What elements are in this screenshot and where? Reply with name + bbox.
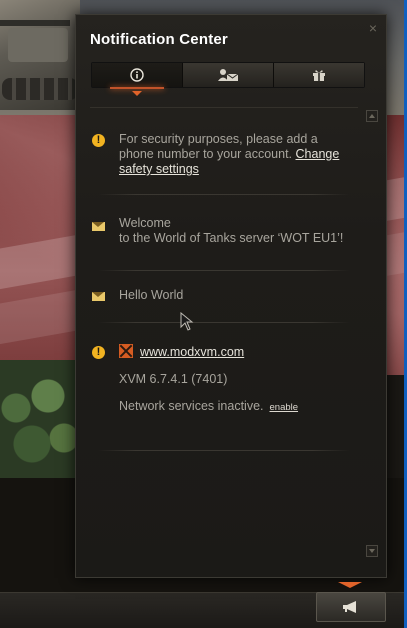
notification-item: ! www.modxvm.com XVM 6.7.4.1 (7401) Netw… (90, 344, 358, 434)
security-message: For security purposes, please add a phon… (119, 132, 318, 161)
divider (98, 322, 350, 323)
scroll-up-button[interactable] (366, 110, 378, 122)
gift-icon (313, 70, 325, 81)
mail-icon (92, 292, 105, 301)
notification-center-button[interactable] (316, 592, 386, 622)
enable-link[interactable]: enable (270, 402, 299, 413)
notification-item: ! For security purposes, please add a ph… (90, 132, 358, 196)
close-button[interactable]: × (367, 20, 379, 36)
scroll-down-button[interactable] (366, 545, 378, 557)
megaphone-icon (343, 601, 356, 613)
notification-button-indicator (316, 582, 384, 590)
notification-item: Welcome to the World of Tanks server ‘WO… (90, 216, 358, 256)
panel-title: Notification Center (90, 31, 228, 48)
tab-active-arrow (132, 91, 142, 96)
notification-text: Hello World (119, 288, 184, 302)
warning-icon: ! (92, 134, 105, 147)
xvm-version: XVM 6.7.4.1 (7401) (119, 372, 228, 386)
tab-bar (91, 62, 365, 96)
background-trees (0, 360, 80, 480)
user-mail-icon (218, 69, 239, 81)
welcome-line: Welcome (119, 216, 171, 230)
tab-active-glow (110, 87, 164, 89)
scrollbar[interactable] (366, 110, 378, 557)
divider (98, 450, 350, 451)
modxvm-link[interactable]: www.modxvm.com (140, 345, 244, 359)
tab-invites[interactable] (183, 63, 274, 87)
notification-item: Hello World (90, 288, 358, 308)
network-status: Network services inactive. enable (119, 399, 352, 415)
notification-text: For security purposes, please add a phon… (119, 132, 352, 177)
tab-gifts[interactable] (274, 63, 364, 87)
notification-text: Welcome to the World of Tanks server ‘WO… (119, 216, 352, 246)
notification-list: ! For security purposes, please add a ph… (90, 107, 358, 560)
xvm-logo-icon (119, 344, 133, 358)
mouse-cursor-icon (180, 312, 194, 331)
tab-info[interactable] (92, 63, 183, 96)
divider (98, 194, 350, 195)
info-icon (130, 68, 144, 82)
server-line: to the World of Tanks server ‘WOT EU1’! (119, 231, 344, 245)
background-tank (0, 0, 80, 110)
divider (98, 270, 350, 271)
mail-icon (92, 222, 105, 231)
network-status-text: Network services inactive. (119, 399, 264, 413)
close-icon: × (368, 20, 378, 36)
notification-center-panel: Notification Center × ! For security pur… (75, 14, 387, 578)
notification-text: www.modxvm.com XVM 6.7.4.1 (7401) Networ… (119, 344, 352, 415)
warning-icon: ! (92, 346, 105, 359)
